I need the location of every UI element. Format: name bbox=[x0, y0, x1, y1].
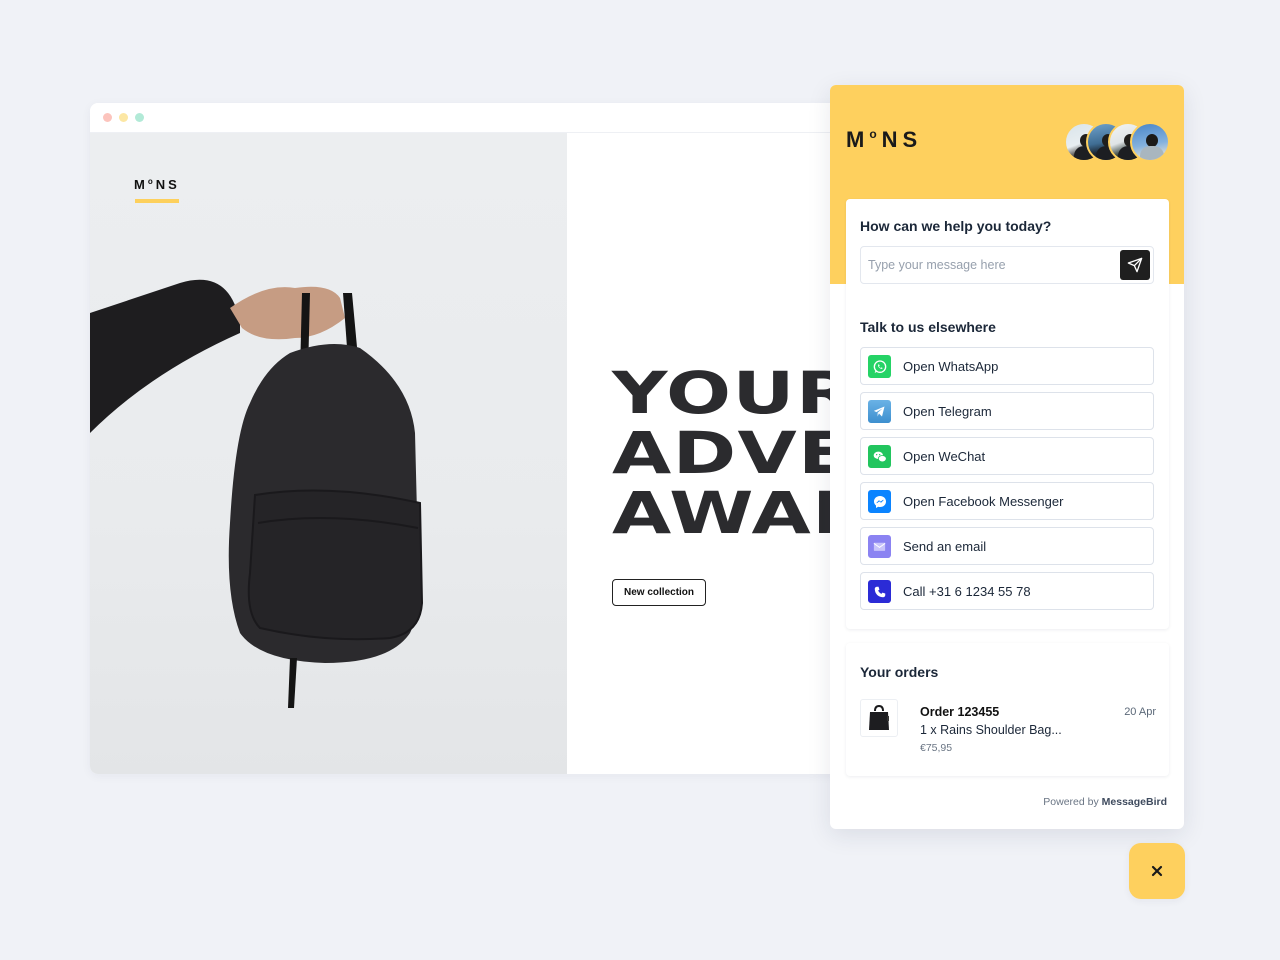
powered-by: Powered by MessageBird bbox=[1043, 796, 1167, 808]
bag-icon bbox=[869, 704, 889, 730]
email-icon bbox=[868, 535, 891, 558]
hero-backpack-image: MoNS bbox=[90, 133, 567, 774]
backpack-photo bbox=[90, 279, 424, 708]
channel-label: Open Facebook Messenger bbox=[903, 494, 1064, 509]
window-close-dot[interactable] bbox=[103, 113, 112, 122]
logo-text-m: M bbox=[134, 177, 148, 192]
hero-headline: YOUR ADVE AWAI bbox=[612, 359, 857, 547]
chat-widget: MoNS How can we help you today? Talk to … bbox=[830, 85, 1184, 829]
channel-label: Send an email bbox=[903, 539, 987, 554]
widget-logo: MoNS bbox=[846, 127, 922, 153]
new-collection-button[interactable]: New collection bbox=[612, 579, 707, 606]
close-widget-button[interactable] bbox=[1129, 843, 1185, 899]
orders-title: Your orders bbox=[860, 664, 939, 680]
widget-logo-ns: NS bbox=[881, 127, 923, 152]
close-icon bbox=[1151, 865, 1163, 877]
logo-text-o: o bbox=[147, 177, 156, 186]
orders-card: Your orders Order 123455 20 Apr 1 x Rain… bbox=[846, 643, 1169, 776]
channel-messenger[interactable]: Open Facebook Messenger bbox=[860, 482, 1154, 520]
channel-phone[interactable]: Call +31 6 1234 55 78 bbox=[860, 572, 1154, 610]
help-card: How can we help you today? Talk to us el… bbox=[846, 199, 1169, 629]
message-input-wrapper bbox=[860, 246, 1154, 284]
telegram-icon bbox=[868, 400, 891, 423]
channel-telegram[interactable]: Open Telegram bbox=[860, 392, 1154, 430]
logo-text-ns: NS bbox=[155, 177, 180, 192]
order-date: 20 Apr bbox=[1124, 706, 1156, 718]
browser-titlebar bbox=[90, 103, 920, 133]
elsewhere-title: Talk to us elsewhere bbox=[860, 319, 996, 335]
messenger-icon bbox=[868, 490, 891, 513]
help-title: How can we help you today? bbox=[860, 218, 1052, 234]
send-button[interactable] bbox=[1120, 250, 1150, 280]
site-logo[interactable]: MoNS bbox=[134, 177, 180, 192]
message-input[interactable] bbox=[861, 247, 1116, 283]
wechat-icon bbox=[868, 445, 891, 468]
channel-label: Open WhatsApp bbox=[903, 359, 999, 374]
powered-by-brand[interactable]: MessageBird bbox=[1102, 796, 1167, 808]
window-maximize-dot[interactable] bbox=[135, 113, 144, 122]
order-thumbnail bbox=[860, 699, 898, 737]
paper-plane-icon bbox=[1127, 257, 1143, 273]
browser-window: MoNS YOUR ADVE AWAI New collection bbox=[90, 103, 920, 774]
phone-icon bbox=[868, 580, 891, 603]
agent-avatars bbox=[1064, 122, 1170, 162]
order-description: 1 x Rains Shoulder Bag... bbox=[920, 723, 1062, 737]
logo-underline bbox=[135, 199, 179, 203]
order-id: Order 123455 bbox=[920, 705, 1000, 719]
powered-by-prefix: Powered by bbox=[1043, 796, 1102, 808]
channel-label: Call +31 6 1234 55 78 bbox=[903, 584, 1031, 599]
widget-logo-o: o bbox=[869, 127, 882, 141]
channel-label: Open Telegram bbox=[903, 404, 992, 419]
order-price: €75,95 bbox=[920, 742, 953, 754]
window-minimize-dot[interactable] bbox=[119, 113, 128, 122]
channel-email[interactable]: Send an email bbox=[860, 527, 1154, 565]
avatar bbox=[1130, 122, 1170, 162]
channel-wechat[interactable]: Open WeChat bbox=[860, 437, 1154, 475]
whatsapp-icon bbox=[868, 355, 891, 378]
widget-logo-m: M bbox=[846, 127, 870, 152]
channel-whatsapp[interactable]: Open WhatsApp bbox=[860, 347, 1154, 385]
channel-label: Open WeChat bbox=[903, 449, 986, 464]
